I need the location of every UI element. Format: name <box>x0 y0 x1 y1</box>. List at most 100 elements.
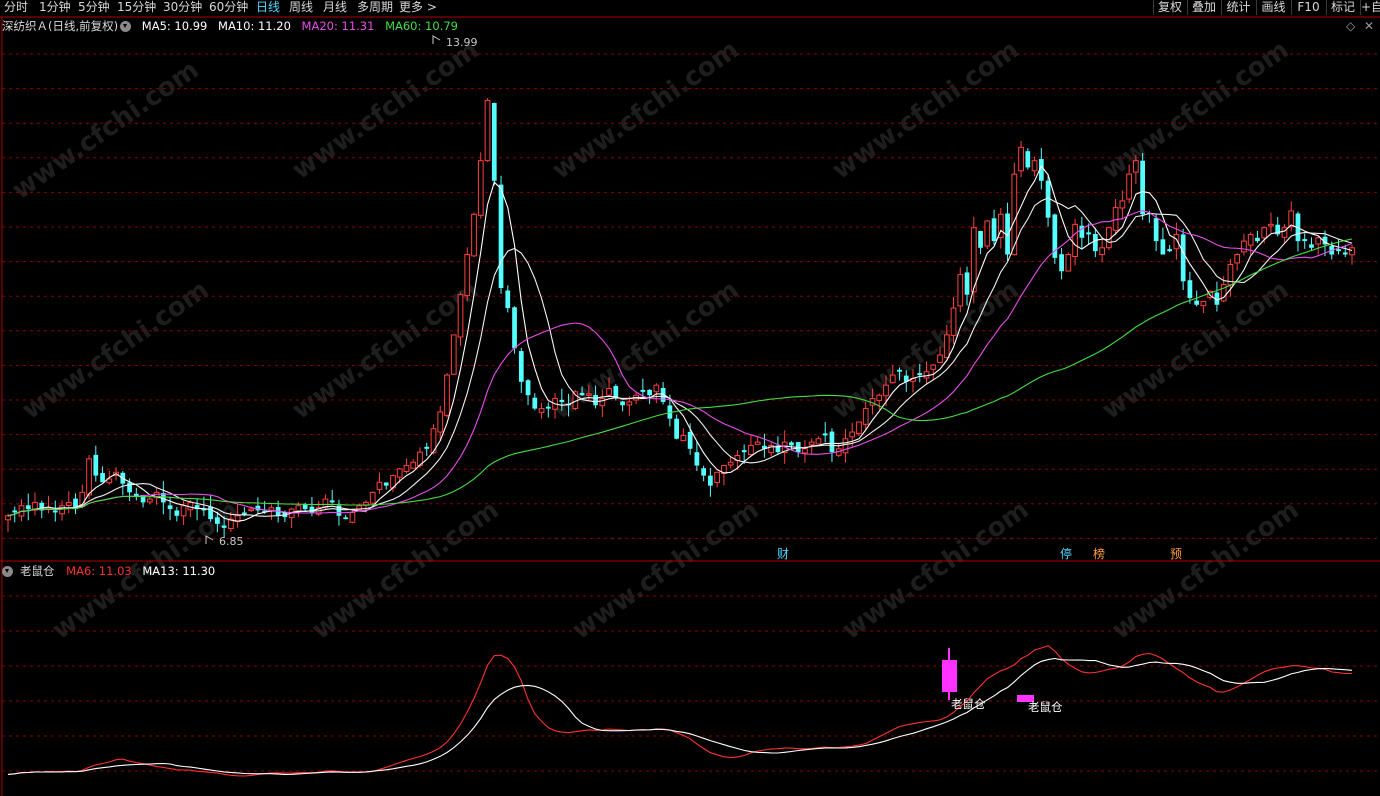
candle-body-up <box>1065 254 1072 272</box>
candle-body-up <box>585 393 592 396</box>
candle-body-down <box>302 504 308 510</box>
event-marker-billboard[interactable]: 榜 <box>1093 546 1105 561</box>
candle-body-down <box>701 468 707 476</box>
candle-body-up <box>86 458 92 496</box>
candle-body-down <box>1342 252 1348 255</box>
candle-body-up <box>606 388 612 396</box>
low-price-label: 6.85 <box>219 535 244 548</box>
candle-body-down <box>1187 280 1193 299</box>
candle-body-up <box>457 294 464 338</box>
candle-body-down <box>1167 249 1173 252</box>
watermark-text: www.cfchi.com <box>307 495 504 646</box>
candle-body-up <box>842 438 849 454</box>
candle-body-up <box>680 434 687 442</box>
candle-body-up <box>889 374 896 384</box>
candle-body-up <box>1200 300 1207 307</box>
watermark-text: www.cfchi.com <box>7 55 204 206</box>
candle-body-up <box>1247 233 1254 246</box>
candle-body-down <box>1160 239 1166 255</box>
event-marker-suspension[interactable]: 停 <box>1060 546 1072 561</box>
candle-body-up <box>727 461 734 466</box>
candle-body-up <box>464 254 471 297</box>
candle-body-down <box>221 525 227 528</box>
price-chart[interactable]: www.cfchi.com www.cfchi.com www.cfchi.com w… <box>0 0 1380 796</box>
candle-body-up <box>950 307 957 336</box>
candle-body-up <box>146 498 153 503</box>
watermark-text: www.cfchi.com <box>547 35 744 186</box>
candle-body-down <box>917 373 923 376</box>
candle-body-up <box>626 401 633 406</box>
candle-body-down <box>424 446 430 449</box>
candle-body-up <box>65 501 72 506</box>
candle-body-up <box>808 441 815 446</box>
candle-body-down <box>1059 254 1064 272</box>
candle-body-up <box>1119 200 1126 209</box>
candle-body-down <box>647 389 652 396</box>
signal-label: 老鼠仓 <box>951 697 986 711</box>
candle-body-down <box>674 418 679 439</box>
event-marker-forecast[interactable]: 预 <box>1170 547 1182 561</box>
dropdown-icon[interactable] <box>2 566 13 577</box>
candle-body-down <box>532 397 538 409</box>
dropdown-icon[interactable] <box>120 21 132 32</box>
candle-body-up <box>450 334 457 375</box>
candle-body-up <box>1315 237 1322 245</box>
candle-body-up <box>180 505 187 517</box>
candle-body-up <box>802 448 808 454</box>
candle-body-down <box>491 103 497 181</box>
watermark-text: www.cfchi.com <box>17 275 214 426</box>
ma20-label: MA20: 11.31 <box>301 19 375 33</box>
candle-body-down <box>741 450 747 453</box>
main-legend: 深纺织Ａ(日线,前复权) MA5: 10.99 MA10: 11.20 MA20… <box>2 17 465 35</box>
candle-body-up <box>410 461 417 469</box>
diamond-icon[interactable]: ◇ <box>1346 19 1355 33</box>
candle-body-up <box>714 471 721 483</box>
ma5-label: MA5: 10.99 <box>141 19 208 33</box>
candle-body-down <box>964 272 970 295</box>
candle-body-down <box>978 231 983 248</box>
sub-legend: 老鼠仓 MA6: 11.03 MA13: 11.30 <box>2 562 222 580</box>
candle-body-up <box>1268 223 1274 227</box>
close-icon[interactable]: ✕ <box>1364 19 1374 33</box>
candle-body-down <box>708 475 713 486</box>
candle-body-down <box>329 500 335 503</box>
candle-body-up <box>957 274 964 307</box>
candle-body-up <box>1126 173 1132 200</box>
candle-body-up <box>970 227 977 293</box>
candle-body-up <box>856 421 862 435</box>
candle-body-up <box>369 491 376 504</box>
watermark-text: www.cfchi.com <box>1097 35 1294 186</box>
event-marker-finance[interactable]: 财 <box>777 547 789 561</box>
watermark-text: www.cfchi.com <box>567 495 764 646</box>
candle-body-up <box>376 481 383 490</box>
candle-body-down <box>991 218 997 242</box>
ma6-label: MA6: 11.03 <box>66 564 132 578</box>
candle-body-down <box>694 452 700 466</box>
candle-body-down <box>242 512 247 515</box>
candle-body-up <box>1072 223 1078 257</box>
watermark-text: www.cfchi.com <box>827 275 1024 426</box>
candle-body-down <box>127 482 132 493</box>
candle-body-down <box>1086 232 1091 235</box>
sub-title[interactable]: 老鼠仓 <box>20 564 55 578</box>
candle-body-down <box>620 401 625 406</box>
high-arrow-icon <box>432 35 441 44</box>
candle-body-down <box>208 506 213 520</box>
candle-body-up <box>883 384 889 397</box>
candle-body-up <box>484 99 491 162</box>
candle-body-down <box>1025 151 1031 168</box>
stock-title[interactable]: 深纺织Ａ(日线,前复权) <box>2 19 118 33</box>
candle-body-down <box>512 307 517 349</box>
ma10-label: MA10: 11.20 <box>218 19 291 33</box>
candle-body-down <box>93 454 99 476</box>
candle-body-down <box>789 442 794 446</box>
candle-body-down <box>1302 239 1308 242</box>
candle-body-up <box>295 505 302 512</box>
candle-body-up <box>538 408 545 413</box>
candle-body-up <box>59 505 65 515</box>
candle-body-up <box>477 160 484 216</box>
candle-body-down <box>640 389 646 392</box>
candle-body-up <box>444 374 450 416</box>
candle-body-down <box>167 505 173 510</box>
candle-body-up <box>1241 240 1247 253</box>
